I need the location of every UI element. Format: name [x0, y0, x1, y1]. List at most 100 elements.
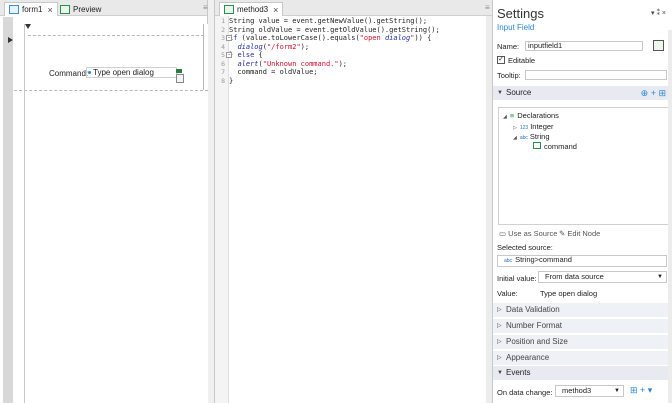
name-label: Name: — [497, 42, 520, 51]
window-controls[interactable]: ▾ ⁑ × — [651, 9, 666, 17]
fold-toggle-icon[interactable]: − — [226, 35, 232, 41]
section-appearance[interactable]: ▷ Appearance — [493, 351, 672, 365]
code-line: 6 alert("Unknown command."); — [221, 59, 440, 69]
on-data-change-label: On data change: — [497, 388, 553, 397]
section-data-validation[interactable]: ▷ Data Validation — [493, 303, 672, 317]
events-section-header[interactable]: ▼ Events — [493, 366, 672, 380]
method-tab-bar: method3 × ≡ — [215, 0, 492, 16]
code-line: 8} — [221, 76, 440, 86]
name-field[interactable]: inputfield1 — [525, 41, 643, 51]
on-data-change-text: method3 — [562, 386, 592, 395]
tree-node-string[interactable]: ◢ abc String — [513, 132, 550, 141]
form-tab-bar: form1 × Preview ≡ — [0, 0, 208, 16]
tooltip-field[interactable] — [525, 70, 667, 80]
tab-preview[interactable]: Preview — [56, 2, 105, 16]
panel-menu-icon[interactable]: ≡ — [203, 3, 208, 12]
resize-handle[interactable] — [176, 69, 182, 73]
use-as-source-button[interactable]: ▭ Use as Source — [499, 229, 557, 238]
line-number: 8 — [221, 76, 225, 85]
initial-value-select[interactable]: From data source ▼ — [538, 271, 667, 283]
use-as-source-label: Use as Source — [508, 229, 558, 238]
code-text: String value = event.getNewValue().getSt… — [229, 17, 428, 25]
code-text: } — [229, 76, 234, 85]
section-label: Number Format — [506, 321, 563, 330]
line-number: 6 — [221, 59, 225, 68]
tree-node-declarations[interactable]: ◢ ≡ Declarations — [503, 111, 559, 120]
initial-value-label: Initial value: — [497, 274, 537, 283]
close-icon[interactable]: × — [273, 5, 278, 15]
code-line: 4 dialog("/form2"); — [221, 42, 440, 52]
line-number: 7 — [221, 68, 225, 76]
field-options-icon[interactable] — [176, 74, 184, 83]
grid-guide-left — [24, 24, 25, 403]
source-actions-icon[interactable]: ⊕ + ⊞ — [641, 86, 666, 100]
settings-subtitle: Input Field — [497, 23, 535, 32]
tree-node-label: command — [544, 142, 577, 151]
section-label: Events — [506, 368, 531, 377]
method-editor-pane: method3 × ≡ 1 String value = event.getNew… — [214, 0, 493, 403]
tab-method3[interactable]: method3 × — [219, 2, 284, 16]
source-section-label: Source — [506, 88, 532, 97]
source-section-header[interactable]: ▼ Source ⊕ + ⊞ — [493, 86, 672, 100]
code-text: if (value.toLowerCase().equals("open dia… — [229, 34, 432, 42]
event-actions-icon[interactable]: ⊞ + ▾ — [630, 385, 652, 396]
selected-source-label: Selected source: — [497, 243, 553, 252]
command-input-field[interactable]: Type open dialog — [86, 67, 177, 78]
tree-node-command[interactable]: command — [533, 142, 577, 151]
editable-label: Editable — [508, 56, 536, 65]
value-text: Type open dialog — [540, 289, 598, 298]
grid-guide-bottom — [14, 90, 208, 91]
expand-icon: ▷ — [497, 323, 502, 329]
tab-form1-label: form1 — [22, 5, 43, 14]
method-icon — [224, 5, 234, 14]
section-number-format[interactable]: ▷ Number Format — [493, 319, 672, 333]
rename-icon[interactable] — [653, 40, 664, 51]
form-editor-pane: form1 × Preview ≡ Command: Type open dia… — [0, 0, 208, 403]
source-tree[interactable]: ◢ ≡ Declarations ▷ 123 Integer ◢ abc String co… — [498, 107, 669, 225]
collapse-icon: ▼ — [497, 370, 503, 376]
expand-icon: ▷ — [497, 307, 502, 313]
string-type-icon: abc — [504, 258, 513, 264]
expand-icon[interactable]: ▷ — [513, 125, 517, 131]
line-number: 3 — [221, 34, 225, 42]
use-as-source-icon: ▭ — [499, 229, 509, 238]
expand-icon: ▷ — [497, 339, 502, 345]
line-number: 2 — [221, 25, 225, 34]
tree-node-integer[interactable]: ▷ 123 Integer — [513, 122, 554, 131]
settings-scrollbar[interactable] — [668, 30, 672, 403]
initial-value-text: From data source — [545, 272, 604, 281]
section-label: Data Validation — [506, 305, 560, 314]
tab-preview-label: Preview — [73, 4, 102, 14]
tooltip-label: Tooltip: — [497, 71, 521, 80]
code-text: alert("Unknown command."); — [237, 59, 348, 68]
edit-node-button[interactable]: ✎ Edit Node — [559, 229, 600, 238]
value-label: Value: — [497, 289, 518, 298]
expand-icon[interactable]: ◢ — [503, 114, 507, 120]
code-editor[interactable]: 1 String value = event.getNewValue().getS… — [221, 17, 440, 86]
selected-source-field: abc String>command — [497, 255, 667, 267]
editable-checkbox[interactable]: ✓ — [497, 56, 505, 64]
section-label: Appearance — [506, 353, 550, 362]
row-marker-icon[interactable] — [8, 37, 13, 43]
form-icon — [9, 5, 19, 14]
fold-toggle-icon[interactable]: − — [226, 52, 232, 58]
tree-node-label: Integer — [530, 122, 554, 131]
command-input-value: Type open dialog — [93, 68, 154, 77]
panel-menu-icon[interactable]: ≡ — [485, 3, 490, 12]
code-text: dialog("/form2"); — [237, 42, 310, 51]
chevron-down-icon: ▼ — [657, 274, 663, 280]
line-number: 1 — [221, 17, 225, 25]
tree-node-label: Declarations — [517, 111, 559, 120]
code-text: } else { — [229, 51, 263, 59]
code-scrollbar[interactable] — [486, 16, 492, 403]
on-data-change-select[interactable]: method3 ▼ — [555, 385, 624, 397]
code-text: command = oldValue; — [229, 68, 318, 76]
code-line: 7 command = oldValue; — [221, 68, 440, 77]
edit-node-label: Edit Node — [567, 229, 601, 238]
section-position-size[interactable]: ▷ Position and Size — [493, 335, 672, 349]
variable-icon — [533, 142, 541, 149]
expand-icon[interactable]: ◢ — [513, 135, 517, 141]
tab-form1[interactable]: form1 × — [4, 2, 58, 16]
string-type-icon: abc — [519, 135, 528, 141]
close-icon[interactable]: × — [47, 5, 52, 15]
